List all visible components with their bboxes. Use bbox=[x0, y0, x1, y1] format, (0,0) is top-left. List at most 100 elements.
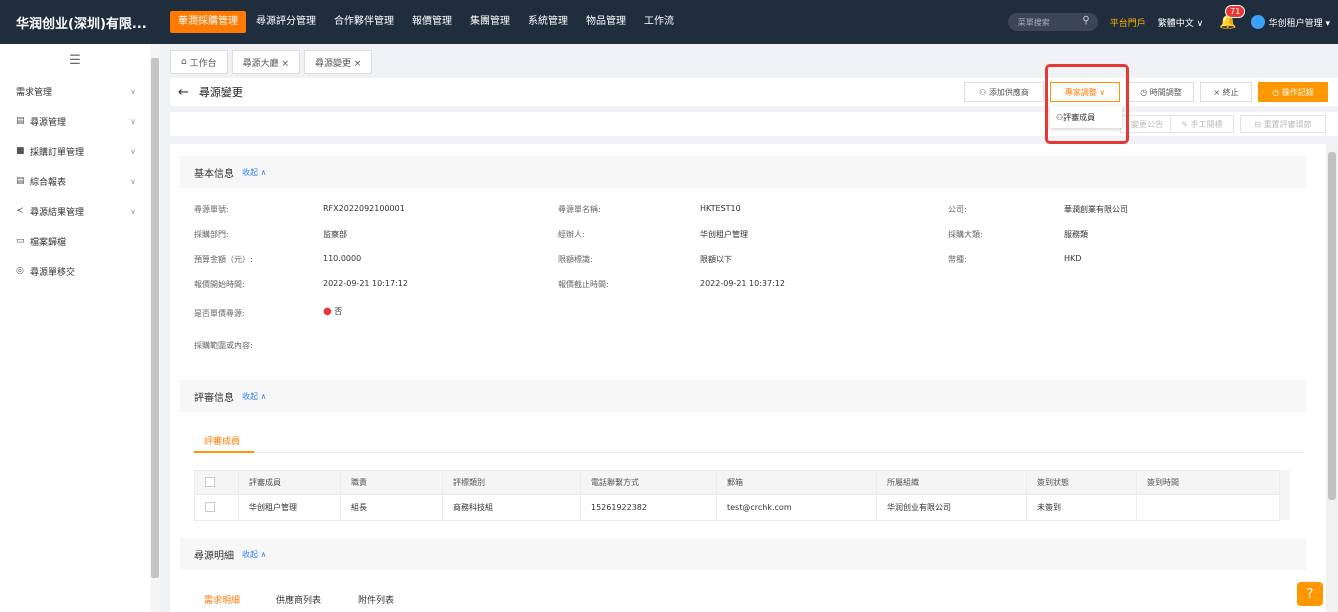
sidebar-item-handover[interactable]: ◎ 尋源單移交 bbox=[0, 256, 150, 286]
nav-cr-procurement[interactable]: 華潤採購管理 bbox=[170, 11, 246, 33]
user-name: 华创租户管理 ▾ bbox=[1268, 18, 1330, 29]
page-scrollbar[interactable] bbox=[1326, 144, 1338, 612]
field-value: 2022-09-21 10:37:12 bbox=[700, 279, 785, 288]
avatar bbox=[1250, 15, 1265, 29]
red-highlight-box bbox=[1045, 64, 1129, 144]
tab-workbench[interactable]: ⌂ 工作台 bbox=[170, 50, 228, 74]
clock-icon: ◷ bbox=[1272, 87, 1282, 97]
collapse-toggle[interactable]: 收起 ∧ bbox=[242, 549, 266, 560]
terminate-button[interactable]: × 終止 bbox=[1200, 82, 1252, 102]
table-row: 华创租户管理 組長 商務科技組 15261922382 test@crchk.c… bbox=[194, 494, 1280, 521]
operation-log-button[interactable]: ◷ 操作記錄 bbox=[1258, 82, 1328, 102]
sidebar-scrollbar[interactable] bbox=[150, 44, 160, 612]
tab-demand-detail[interactable]: 需求明細 bbox=[204, 593, 240, 606]
page-title: 尋源變更 bbox=[198, 86, 243, 99]
table-cell: 未簽到 bbox=[1026, 494, 1137, 521]
add-supplier-button[interactable]: ⚇ 添加供應商 bbox=[964, 82, 1044, 102]
field-value: RFX2022092100001 bbox=[323, 204, 405, 213]
square-icon: ■ bbox=[16, 146, 25, 156]
tab-supplier-list[interactable]: 供應商列表 bbox=[276, 593, 321, 606]
nav-partner-management[interactable]: 合作夥伴管理 bbox=[326, 11, 402, 33]
user-icon: ⚇ bbox=[979, 87, 989, 97]
sidebar-item-reports[interactable]: ▤ 綜合報表 ∨ bbox=[0, 166, 150, 196]
language-selector[interactable]: 繁體中文 ∨ bbox=[1158, 16, 1203, 29]
chevron-down-icon: ∨ bbox=[130, 206, 136, 216]
field-value: 限額以下 bbox=[700, 255, 732, 264]
page-header: ← 尋源變更 ⚇ 添加供應商 專家調整 ∨ ◷ 時間調整 × 終止 ◷ 操作記錄 bbox=[170, 78, 1338, 106]
report-icon: ▤ bbox=[16, 176, 25, 186]
nav-sourcing-scoring[interactable]: 尋源評分管理 bbox=[248, 11, 324, 33]
help-chat-icon[interactable]: ? bbox=[1297, 582, 1323, 606]
back-arrow-icon[interactable]: ← bbox=[178, 85, 189, 100]
notification-bell-icon[interactable]: 🔔 71 bbox=[1219, 5, 1246, 30]
list-icon: ▤ bbox=[16, 116, 25, 126]
nav-system-management[interactable]: 系統管理 bbox=[520, 11, 576, 33]
column-header: 職責 bbox=[340, 470, 443, 495]
nav-item-management[interactable]: 物品管理 bbox=[578, 11, 634, 33]
section-title: 評審信息 bbox=[194, 392, 234, 404]
basic-info-header: 基本信息 收起 ∧ bbox=[180, 156, 1306, 188]
field-label: 公司: bbox=[948, 205, 967, 214]
collapse-toggle[interactable]: 收起 ∧ bbox=[242, 391, 266, 402]
row-checkbox[interactable] bbox=[194, 494, 239, 521]
tab-review-members[interactable]: 評審成員 bbox=[204, 434, 240, 447]
collapse-toggle[interactable]: 收起 ∧ bbox=[242, 167, 266, 178]
field-label: 報價截止時間: bbox=[558, 280, 609, 289]
table-cell: test@crchk.com bbox=[716, 494, 877, 521]
sidebar-item-demand[interactable]: 需求管理 ∨ bbox=[0, 76, 150, 106]
chevron-down-icon: ∨ bbox=[130, 116, 136, 126]
sidebar-item-label: 檔案歸檔 bbox=[30, 237, 67, 248]
sidebar-item-archive[interactable]: ▭ 檔案歸檔 bbox=[0, 226, 150, 256]
tab-sourcing-hall[interactable]: 尋源大廳 × bbox=[231, 50, 300, 74]
table-cell bbox=[1136, 494, 1280, 521]
field-label: 採購部門: bbox=[194, 230, 229, 239]
table-scrollbar[interactable] bbox=[1280, 470, 1290, 520]
reset-review-button[interactable]: ⊟ 重置評審環節 bbox=[1240, 115, 1326, 133]
field-label: 限額標識: bbox=[558, 255, 593, 264]
field-label: 尋源單號: bbox=[194, 205, 229, 214]
review-info-header: 評審信息 收起 ∧ bbox=[180, 380, 1306, 412]
field-value: 服務類 bbox=[1064, 230, 1088, 239]
column-header: 評標類別 bbox=[442, 470, 581, 495]
sidebar-item-label: 尋源結果管理 bbox=[30, 207, 85, 218]
field-value: ● 否 bbox=[323, 306, 343, 317]
field-value: 110.0000 bbox=[323, 254, 362, 263]
tab-attachment-list[interactable]: 附件列表 bbox=[358, 593, 394, 606]
column-header: 簽到狀態 bbox=[1026, 470, 1137, 495]
platform-portal-link[interactable]: 平台門戶 bbox=[1110, 16, 1146, 29]
field-value: 华创租户管理 bbox=[700, 230, 748, 239]
table-cell: 組長 bbox=[340, 494, 443, 521]
manual-bid-open-button[interactable]: ✎ 手工開標 bbox=[1170, 115, 1234, 133]
table-cell: 华润创业有限公司 bbox=[876, 494, 1027, 521]
nav-quotation-management[interactable]: 報價管理 bbox=[404, 11, 460, 33]
select-all-checkbox[interactable] bbox=[194, 470, 239, 495]
field-value: HKTEST10 bbox=[700, 204, 741, 213]
search-icon[interactable]: ⚲ bbox=[1082, 15, 1089, 26]
main-content: 基本信息 收起 ∧ 尋源單號: RFX2022092100001 尋源單名稱: … bbox=[170, 144, 1326, 612]
user-menu[interactable]: 华创租户管理 ▾ bbox=[1250, 15, 1330, 29]
scrollbar-thumb[interactable] bbox=[151, 58, 159, 578]
share-icon: ≺ bbox=[16, 206, 24, 216]
column-header: 郵箱 bbox=[716, 470, 877, 495]
menu-search-placeholder: 菜單搜索 bbox=[1017, 17, 1050, 27]
menu-search-input[interactable]: 菜單搜索 ⚲ bbox=[1007, 13, 1098, 31]
sidebar-item-purchase-orders[interactable]: ■ 採購訂單管理 ∨ bbox=[0, 136, 150, 166]
sidebar-collapse-icon[interactable]: ☰ bbox=[0, 44, 150, 76]
sidebar-item-label: 採購訂單管理 bbox=[30, 147, 85, 158]
nav-group-management[interactable]: 集團管理 bbox=[462, 11, 518, 33]
sidebar-item-sourcing-results[interactable]: ≺ 尋源結果管理 ∨ bbox=[0, 196, 150, 226]
sidebar-item-sourcing[interactable]: ▤ 尋源管理 ∨ bbox=[0, 106, 150, 136]
field-label: 採購大類: bbox=[948, 230, 983, 239]
handover-icon: ◎ bbox=[16, 266, 24, 276]
tab-sourcing-change[interactable]: 尋源變更 × bbox=[304, 50, 373, 74]
nav-workflow[interactable]: 工作流 bbox=[636, 11, 682, 33]
secondary-actions-bar: 變更公告 ✎ 手工開標 ⊟ 重置評審環節 bbox=[170, 112, 1338, 136]
time-adjust-button[interactable]: ◷ 時間調整 bbox=[1128, 82, 1194, 102]
scrollbar-thumb[interactable] bbox=[1328, 152, 1336, 500]
reset-icon: ⊟ bbox=[1254, 119, 1264, 129]
status-dot-icon: ● bbox=[323, 306, 332, 317]
page-tabs: ⌂ 工作台 尋源大廳 × 尋源變更 × bbox=[170, 50, 376, 74]
sourcing-detail-header: 尋源明細 收起 ∧ bbox=[180, 538, 1306, 570]
sidebar-item-label: 尋源管理 bbox=[30, 117, 67, 128]
field-value: 监察部 bbox=[323, 230, 347, 239]
